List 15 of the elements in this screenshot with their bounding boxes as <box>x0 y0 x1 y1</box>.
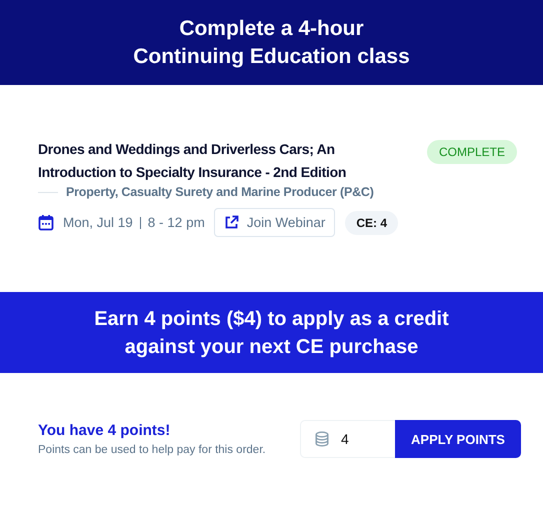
coin-stack-icon <box>315 431 329 447</box>
apply-points-button[interactable]: APPLY POINTS <box>395 420 521 458</box>
ce-badge: CE: 4 <box>345 210 398 234</box>
join-webinar-button[interactable]: Join Webinar <box>214 208 336 237</box>
status-badge: COMPLETE <box>426 140 517 164</box>
calendar-icon <box>38 214 54 231</box>
course-title: Drones and Weddings and Driverless Cars; An Introduction to Specialty Insurance - 2nd Edition <box>38 140 348 182</box>
external-link-icon <box>224 215 239 230</box>
banner-heading: Complete a 4-hour Continuing Education class <box>132 16 411 70</box>
class-time: 8 - 12 pm <box>148 215 205 230</box>
points-note: Points can be used to help pay for this order. <box>38 444 266 456</box>
class-date: Mon, Jul 19 <box>63 215 133 230</box>
course-category: Property, Casualty Surety and Marine Producer (P&C) <box>66 185 374 199</box>
points-heading: You have 4 points! <box>38 422 172 439</box>
banner-heading: Earn 4 points ($4) to apply as a credit against your next CE purchase <box>93 306 450 360</box>
